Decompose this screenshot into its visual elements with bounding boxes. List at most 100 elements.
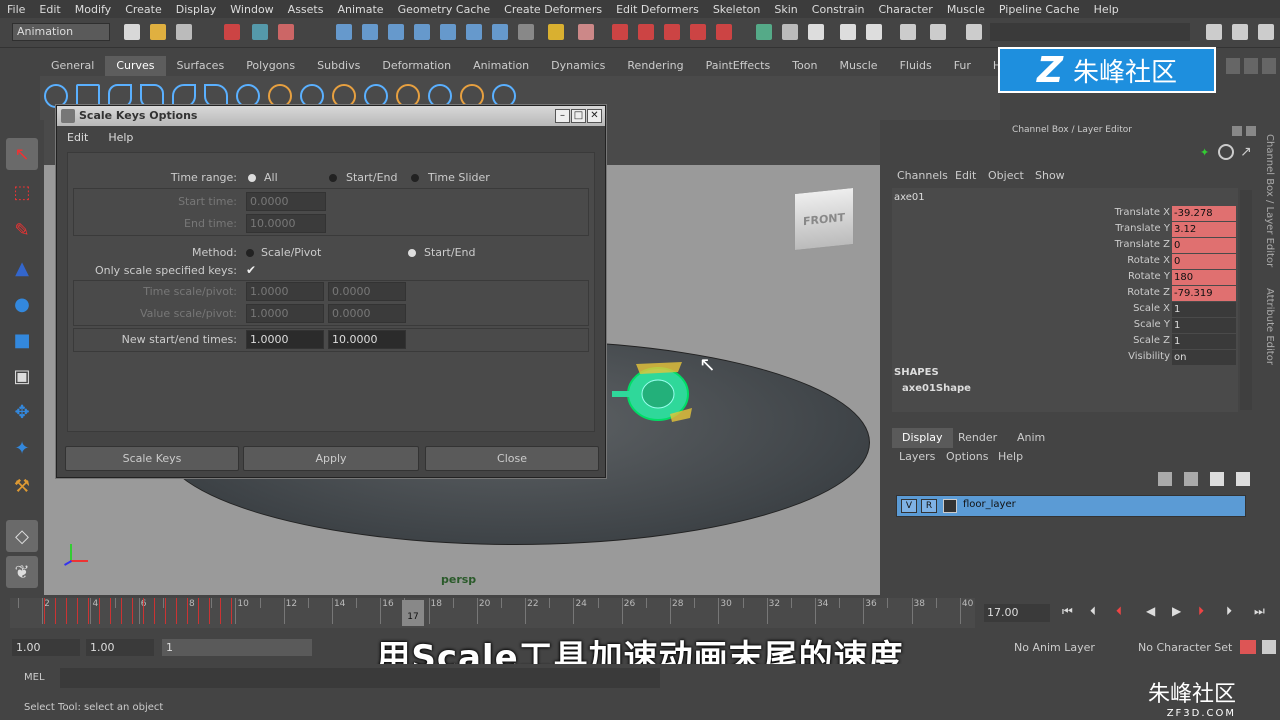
tab-display[interactable]: Display [892,428,953,448]
menu-skeleton[interactable]: Skeleton [706,3,768,16]
menu-character[interactable]: Character [872,3,940,16]
method-start-end-radio[interactable] [408,249,416,257]
menu-constrain[interactable]: Constrain [805,3,872,16]
ipr-render-icon[interactable] [840,24,856,40]
open-scene-icon[interactable] [150,24,166,40]
select-object-icon[interactable] [252,24,268,40]
menu-display[interactable]: Display [169,3,224,16]
menu-edit-deformers[interactable]: Edit Deformers [609,3,706,16]
mask-icon[interactable] [440,24,456,40]
dialog-menu-help[interactable]: Help [98,131,143,144]
show-manipulator-icon[interactable]: ✦ [6,432,38,464]
minimize-button[interactable]: – [555,109,570,123]
start-time-field[interactable]: 0.0000 [246,192,326,211]
time-scale-field[interactable]: 1.0000 [246,282,324,301]
new-scene-icon[interactable] [124,24,140,40]
tab-anim[interactable]: Anim [1007,428,1055,448]
current-time-field[interactable]: 17.00 [984,604,1050,622]
shelf-tab-fur[interactable]: Fur [943,56,982,76]
layer-menu-layers[interactable]: Layers [899,450,935,463]
shelf-scroll-right-icon[interactable] [1244,58,1258,74]
snap-plane-icon[interactable] [664,24,680,40]
new-layer-selected-icon[interactable] [1184,472,1198,486]
panel-close-icon[interactable] [1246,126,1256,136]
menu-skin[interactable]: Skin [767,3,804,16]
render-icon[interactable] [808,24,824,40]
outliner-icon[interactable] [966,24,982,40]
snap-point-icon[interactable] [638,24,654,40]
time-range-slider-radio[interactable] [411,174,419,182]
menu-file[interactable]: File [0,3,32,16]
menu-muscle[interactable]: Muscle [940,3,992,16]
panel-float-icon[interactable] [1232,126,1242,136]
window-menu-icon[interactable] [61,109,75,123]
menu-geometry-cache[interactable]: Geometry Cache [391,3,498,16]
go-to-start-icon[interactable]: ⏮ [1062,604,1073,619]
shelf-tab-general[interactable]: General [40,56,105,76]
shelf-tab-surfaces[interactable]: Surfaces [166,56,236,76]
construction-icon[interactable] [782,24,798,40]
layer-menu-help[interactable]: Help [998,450,1023,463]
help-mask-icon[interactable] [518,24,534,40]
slow-fast-icon[interactable]: ↗ [1240,144,1252,160]
layer-color-swatch[interactable] [943,499,957,513]
mask-icon[interactable] [362,24,378,40]
mask-icon[interactable] [492,24,508,40]
layout-icon[interactable] [1206,24,1222,40]
shelf-tab-deformation[interactable]: Deformation [371,56,462,76]
apply-button[interactable]: Apply [243,446,419,471]
shelf-tab-subdivs[interactable]: Subdivs [306,56,371,76]
quick-select-field[interactable] [990,23,1190,41]
menu-animate[interactable]: Animate [330,3,390,16]
soft-mod-tool-icon[interactable]: ✥ [6,396,38,428]
time-pivot-field[interactable]: 0.0000 [328,282,406,301]
mask-icon[interactable] [414,24,430,40]
mask-icon[interactable] [336,24,352,40]
method-scale-pivot-radio[interactable] [246,249,254,257]
tab-attribute-editor[interactable]: Attribute Editor [1264,288,1275,365]
cb-menu-channels[interactable]: Channels [897,169,948,182]
save-scene-icon[interactable] [176,24,192,40]
shelf-tab-muscle[interactable]: Muscle [828,56,888,76]
attr-value[interactable]: 1 [1172,302,1236,317]
manipulator-icon[interactable]: ✦ [1200,146,1214,160]
attr-value[interactable]: on [1172,350,1236,365]
render-settings-icon[interactable] [866,24,882,40]
axe01-object[interactable] [612,358,700,428]
menu-assets[interactable]: Assets [281,3,331,16]
menu-create[interactable]: Create [118,3,169,16]
mode-selector[interactable]: Animation [12,23,110,41]
layer-menu-options[interactable]: Options [946,450,988,463]
shelf-tab-dynamics[interactable]: Dynamics [540,56,616,76]
layout-icon[interactable] [1258,24,1274,40]
attr-value[interactable]: 180 [1172,270,1236,285]
hypershade-icon[interactable] [930,24,946,40]
input-line-icon[interactable] [900,24,916,40]
menu-create-deformers[interactable]: Create Deformers [497,3,609,16]
maximize-button[interactable]: □ [571,109,586,123]
menu-help[interactable]: Help [1087,3,1126,16]
mask-icon[interactable] [388,24,404,40]
tab-channel-box[interactable]: Channel Box / Layer Editor [1264,134,1275,267]
menu-pipeline-cache[interactable]: Pipeline Cache [992,3,1087,16]
attr-value[interactable]: -39.278 [1172,206,1236,221]
attr-value[interactable]: 3.12 [1172,222,1236,237]
attr-value[interactable]: 0 [1172,238,1236,253]
shelf-tab-toon[interactable]: Toon [781,56,828,76]
select-hierarchy-icon[interactable] [224,24,240,40]
attr-value[interactable]: 0 [1172,254,1236,269]
manipulator-tool-icon[interactable]: ▣ [6,360,38,392]
new-layer-icon[interactable] [1158,472,1172,486]
snap-surface-icon[interactable] [690,24,706,40]
move-tool-icon[interactable]: ▲ [6,252,38,284]
step-forward-key-icon[interactable]: ⏵ [1198,604,1204,619]
time-range-start-end-radio[interactable] [329,174,337,182]
new-end-time-field[interactable]: 10.0000 [328,330,406,349]
current-frame-marker[interactable]: 17 [402,600,424,626]
cb-menu-object[interactable]: Object [988,169,1024,182]
lock-icon[interactable] [548,24,564,40]
layer-visibility-toggle[interactable]: V [901,499,917,513]
shelf-scroll-left-icon[interactable] [1226,58,1240,74]
cb-menu-edit[interactable]: Edit [955,169,976,182]
only-scale-keys-checkbox[interactable]: ✔ [246,263,256,277]
